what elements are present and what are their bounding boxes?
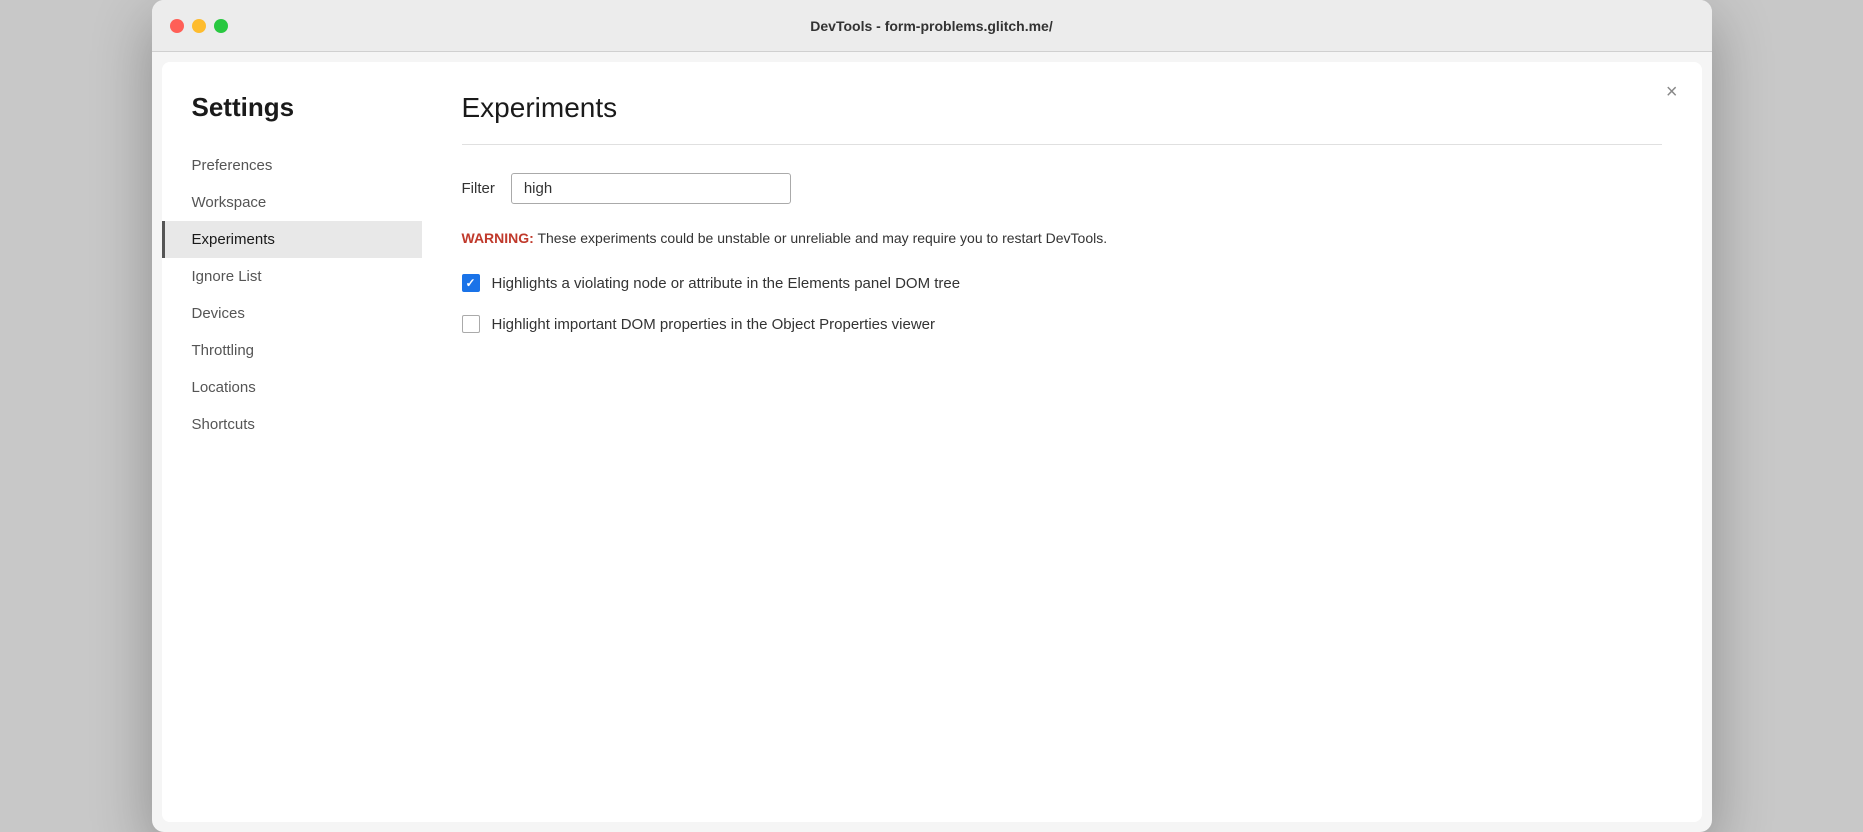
experiment-checkbox-2[interactable]: [462, 315, 480, 333]
sidebar-item-label-devices: Devices: [192, 305, 245, 322]
sidebar-item-label-ignore-list: Ignore List: [192, 268, 262, 285]
titlebar: DevTools - form-problems.glitch.me/: [152, 0, 1712, 52]
content-divider: [462, 144, 1662, 145]
sidebar: Settings Preferences Workspace Experimen…: [162, 62, 422, 822]
warning-label: WARNING:: [462, 230, 534, 246]
checkbox-wrapper-2: [462, 315, 480, 333]
experiment-item-2: Highlight important DOM properties in th…: [462, 314, 1662, 335]
experiment-item-1: Highlights a violating node or attribute…: [462, 273, 1662, 294]
experiment-label-1: Highlights a violating node or attribute…: [492, 273, 961, 294]
filter-row: Filter: [462, 173, 1662, 204]
filter-label: Filter: [462, 180, 495, 197]
maximize-traffic-light[interactable]: [214, 19, 228, 33]
sidebar-item-experiments[interactable]: Experiments: [162, 221, 422, 258]
sidebar-item-label-locations: Locations: [192, 379, 256, 396]
settings-heading: Settings: [162, 92, 422, 147]
sidebar-item-label-throttling: Throttling: [192, 342, 255, 359]
sidebar-item-label-workspace: Workspace: [192, 194, 267, 211]
sidebar-item-locations[interactable]: Locations: [162, 369, 422, 406]
warning-text: WARNING: These experiments could be unst…: [462, 228, 1662, 249]
warning-body: These experiments could be unstable or u…: [534, 230, 1107, 246]
minimize-traffic-light[interactable]: [192, 19, 206, 33]
close-button[interactable]: ×: [1666, 82, 1678, 102]
sidebar-item-workspace[interactable]: Workspace: [162, 184, 422, 221]
sidebar-item-shortcuts[interactable]: Shortcuts: [162, 406, 422, 443]
experiment-checkbox-1[interactable]: [462, 274, 480, 292]
main-content: × Experiments Filter WARNING: These expe…: [422, 62, 1702, 822]
page-title: Experiments: [462, 92, 1662, 124]
sidebar-item-throttling[interactable]: Throttling: [162, 332, 422, 369]
sidebar-item-label-shortcuts: Shortcuts: [192, 416, 255, 433]
sidebar-item-devices[interactable]: Devices: [162, 295, 422, 332]
experiment-label-2: Highlight important DOM properties in th…: [492, 314, 936, 335]
sidebar-item-ignore-list[interactable]: Ignore List: [162, 258, 422, 295]
window-body: Settings Preferences Workspace Experimen…: [162, 62, 1702, 822]
traffic-lights: [170, 19, 228, 33]
sidebar-item-preferences[interactable]: Preferences: [162, 147, 422, 184]
close-traffic-light[interactable]: [170, 19, 184, 33]
devtools-window: DevTools - form-problems.glitch.me/ Sett…: [152, 0, 1712, 832]
filter-input[interactable]: [511, 173, 791, 204]
window-title: DevTools - form-problems.glitch.me/: [810, 18, 1052, 34]
checkbox-wrapper-1: [462, 274, 480, 292]
sidebar-item-label-preferences: Preferences: [192, 157, 273, 174]
sidebar-item-label-experiments: Experiments: [192, 231, 275, 248]
